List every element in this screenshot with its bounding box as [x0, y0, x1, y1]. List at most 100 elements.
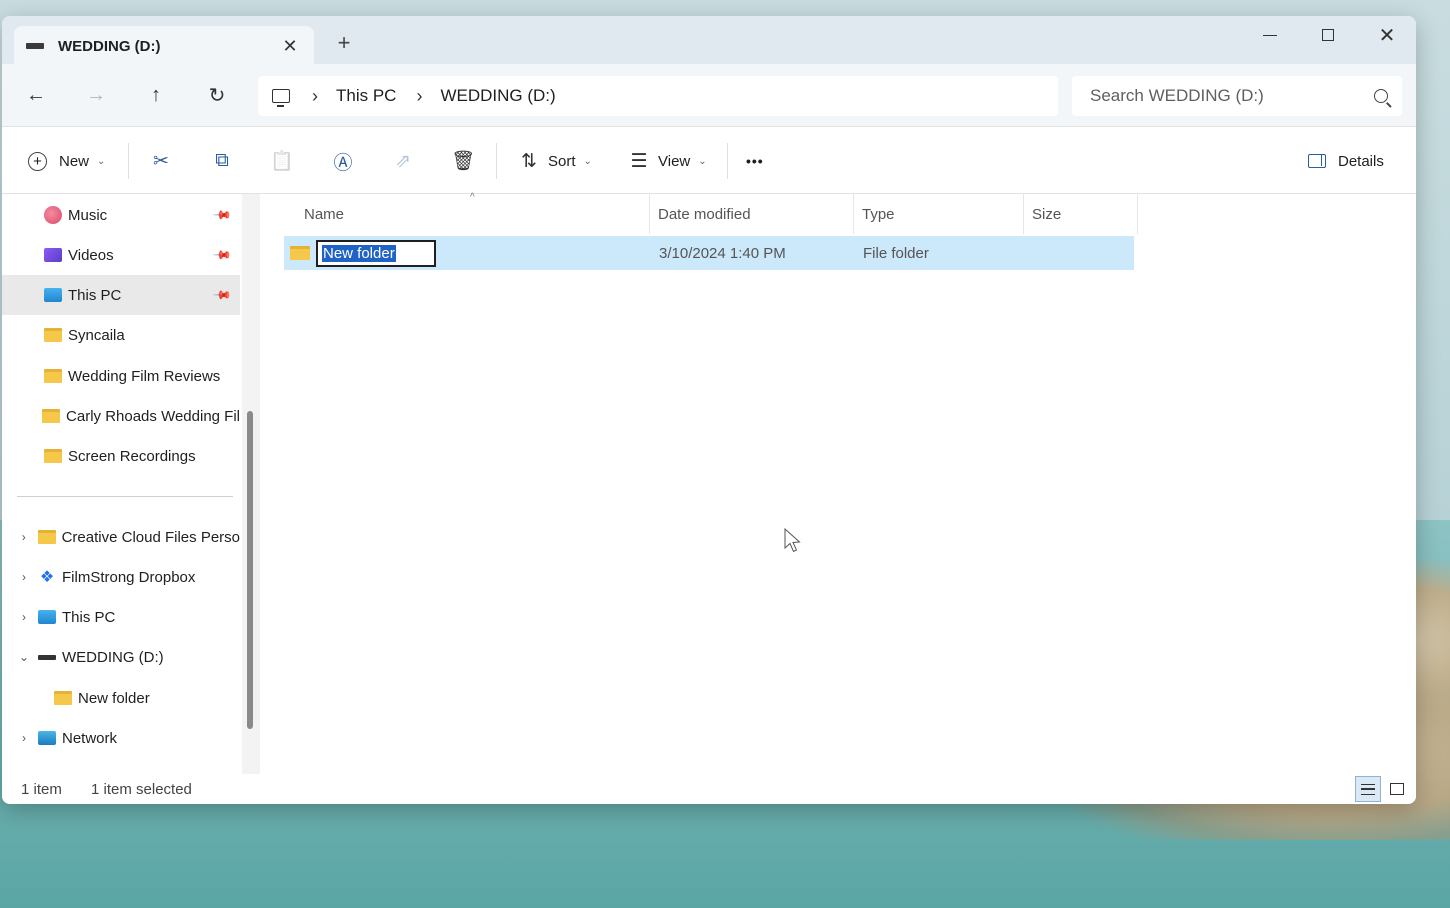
sidebar-item-label: Wedding Film Reviews [68, 367, 221, 385]
address-bar[interactable]: › This PC › WEDDING (D:) [258, 76, 1058, 116]
chevron-right-icon[interactable]: › [14, 530, 34, 544]
sidebar-item-label: Carly Rhoads Wedding Fil [66, 407, 240, 425]
rename-input[interactable]: New folder [316, 239, 436, 267]
sidebar-item-label: Syncaila [68, 326, 125, 344]
details-view-button[interactable] [1355, 776, 1381, 802]
paste-button[interactable]: 📋 [269, 147, 295, 175]
sidebar-item-videos[interactable]: Videos 📌 [2, 235, 240, 275]
maximize-button[interactable] [1308, 20, 1348, 50]
computer-icon [272, 89, 290, 107]
sidebar-item-creative-cloud[interactable]: › Creative Cloud Files Perso [2, 517, 240, 557]
share-button[interactable]: ⇗ [390, 147, 416, 175]
back-button[interactable]: ← [19, 80, 53, 110]
sidebar-item-this-pc[interactable]: › This PC [2, 597, 240, 637]
sidebar-item-filmstrong-dropbox[interactable]: › ❖ FilmStrong Dropbox [2, 557, 240, 597]
tab-close-icon[interactable]: ✕ [278, 36, 302, 57]
file-date-modified: 3/10/2024 1:40 PM [659, 244, 786, 262]
sidebar-item-label: This PC [68, 286, 122, 304]
drive-icon [26, 43, 44, 49]
sidebar-item-label: Music [68, 206, 108, 224]
pin-icon[interactable]: 📌 [212, 245, 232, 265]
folder-icon [37, 530, 56, 544]
status-bar: 1 item 1 item selected [2, 774, 1416, 804]
tiles-view-button[interactable] [1384, 776, 1410, 802]
details-pane-button[interactable]: Details [1308, 147, 1384, 175]
minimize-button[interactable] [1250, 20, 1290, 50]
sidebar-item-this-pc-pinned[interactable]: This PC 📌 [2, 275, 240, 315]
chevron-down-icon: ⌄ [97, 155, 106, 167]
search-icon[interactable] [1374, 89, 1388, 103]
sidebar-item-label: Videos [68, 246, 114, 264]
more-options-button[interactable]: ••• [746, 147, 764, 175]
table-row[interactable]: New folder 3/10/2024 1:40 PM File folder [284, 236, 1134, 270]
chevron-down-icon: ⌄ [698, 155, 707, 167]
dropbox-icon: ❖ [39, 569, 55, 586]
this-pc-icon [38, 610, 56, 624]
sidebar-item-wedding-drive[interactable]: ⌄ WEDDING (D:) [2, 637, 240, 677]
music-icon [44, 206, 62, 224]
up-button[interactable]: ↑ [139, 80, 173, 110]
new-button[interactable]: + New ⌄ [28, 147, 105, 175]
sidebar-scrollbar-thumb[interactable] [247, 411, 253, 729]
search-input[interactable] [1090, 86, 1374, 106]
navigation-bar: ← → ↑ ↻ › This PC › WEDDING (D:) [2, 64, 1416, 126]
delete-icon: 🗑 [450, 151, 476, 172]
sidebar-item-music[interactable]: Music 📌 [2, 195, 240, 235]
sidebar-item-label: WEDDING (D:) [62, 648, 164, 666]
rename-button[interactable]: Ⓐ [330, 147, 356, 175]
selection-count: 1 item selected [91, 781, 192, 798]
pin-icon[interactable]: 📌 [212, 205, 232, 225]
toolbar-divider [128, 143, 129, 179]
chevron-right-icon[interactable]: › [14, 731, 34, 745]
sidebar-item-syncaila[interactable]: Syncaila [2, 315, 240, 355]
tab-wedding-drive[interactable]: WEDDING (D:) ✕ [14, 26, 314, 66]
new-label: New [59, 152, 90, 170]
sidebar-item-label: Screen Recordings [68, 447, 196, 465]
network-icon [38, 731, 56, 745]
chevron-down-icon[interactable]: ⌄ [14, 650, 34, 664]
navigation-pane: Music 📌 Videos 📌 This PC 📌 Syncaila Wedd… [2, 194, 242, 774]
rename-icon: Ⓐ [333, 152, 353, 174]
folder-icon [54, 691, 72, 705]
toolbar-divider [496, 143, 497, 179]
maximize-icon [1322, 29, 1334, 41]
details-pane-icon [1308, 154, 1326, 168]
sidebar-item-screen-recordings[interactable]: Screen Recordings [2, 436, 240, 476]
view-button[interactable]: ☰ View ⌄ [626, 147, 707, 175]
chevron-right-icon[interactable]: › [14, 570, 34, 584]
column-header-name[interactable]: Name [296, 194, 650, 234]
tab-bar: WEDDING (D:) ✕ + ✕ [2, 16, 1416, 66]
cut-button[interactable]: ✂ [148, 147, 174, 175]
item-count: 1 item [21, 781, 62, 798]
close-window-button[interactable]: ✕ [1367, 20, 1407, 50]
sidebar-item-wedding-film-reviews[interactable]: Wedding Film Reviews [2, 356, 240, 396]
file-explorer-window: WEDDING (D:) ✕ + ✕ ← → ↑ ↻ › This PC › W… [2, 16, 1416, 804]
sidebar-item-label: Creative Cloud Files Perso [61, 528, 240, 546]
chevron-right-icon[interactable]: › [14, 610, 34, 624]
refresh-button[interactable]: ↻ [200, 80, 234, 110]
delete-button[interactable]: 🗑 [450, 147, 476, 175]
pin-icon[interactable]: 📌 [212, 285, 232, 305]
sidebar-item-label: New folder [78, 689, 150, 707]
breadcrumb-this-pc[interactable]: This PC [336, 86, 396, 106]
tiles-view-icon [1390, 783, 1404, 795]
column-header-date-modified[interactable]: Date modified [650, 194, 854, 234]
folder-icon [44, 449, 62, 463]
file-list: ^ Name Date modified Type Size New folde… [260, 192, 1416, 774]
column-header-type[interactable]: Type [854, 194, 1024, 234]
sidebar-item-new-folder[interactable]: New folder [2, 678, 240, 718]
sidebar-item-network[interactable]: › Network [2, 718, 240, 758]
search-box[interactable] [1072, 76, 1402, 116]
sort-button[interactable]: ⇅ Sort ⌄ [516, 147, 592, 175]
new-tab-button[interactable]: + [332, 30, 356, 56]
folder-icon [42, 409, 61, 423]
copy-button[interactable]: ⧉ [209, 147, 235, 175]
rename-selected-text[interactable]: New folder [322, 244, 396, 262]
column-header-size[interactable]: Size [1024, 194, 1138, 234]
sidebar-item-carly-rhoads[interactable]: Carly Rhoads Wedding Fil [2, 396, 240, 436]
breadcrumb-wedding-drive[interactable]: WEDDING (D:) [440, 86, 555, 106]
details-view-icon [1361, 783, 1375, 795]
forward-button[interactable]: → [79, 80, 113, 110]
folder-icon [44, 328, 62, 342]
videos-icon [44, 248, 62, 262]
